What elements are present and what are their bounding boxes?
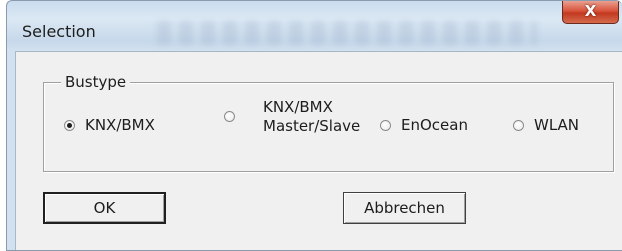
dialog-client-area: Bustype KNX/BMX KNX/BMX Master/Slave EnO… xyxy=(15,51,622,250)
radio-label-knx-bmx-master-slave-line2: Master/Slave xyxy=(263,117,361,135)
ok-button[interactable]: OK xyxy=(43,192,166,224)
title-bar-background-blur xyxy=(157,21,537,45)
radio-unchecked-icon[interactable] xyxy=(380,119,391,131)
radio-label-knx-bmx-master-slave: KNX/BMX Master/Slave xyxy=(245,98,360,136)
radio-knx-bmx[interactable]: KNX/BMX xyxy=(64,116,155,134)
radio-enocean[interactable]: EnOcean xyxy=(380,116,468,134)
cancel-button[interactable]: Abbrechen xyxy=(343,192,466,224)
radio-label-knx-bmx: KNX/BMX xyxy=(85,116,155,134)
radio-unchecked-icon[interactable] xyxy=(513,119,524,131)
radio-checked-icon[interactable] xyxy=(64,119,75,131)
title-bar[interactable]: Selection X xyxy=(7,1,622,51)
radio-label-enocean: EnOcean xyxy=(401,116,468,134)
radio-label-knx-bmx-master-slave-line1: KNX/BMX xyxy=(263,98,333,116)
window-title: Selection xyxy=(22,22,96,41)
close-button[interactable]: X xyxy=(562,1,619,24)
radio-label-wlan: WLAN xyxy=(534,116,580,134)
bustype-legend: Bustype xyxy=(61,73,131,91)
close-icon: X xyxy=(584,2,597,20)
radio-wlan[interactable]: WLAN xyxy=(513,116,579,134)
radio-unchecked-icon[interactable] xyxy=(224,110,235,122)
radio-knx-bmx-master-slave[interactable]: KNX/BMX Master/Slave xyxy=(224,98,360,136)
selection-dialog: Selection X Bustype KNX/BMX KNX/BMX Mast… xyxy=(6,0,622,251)
